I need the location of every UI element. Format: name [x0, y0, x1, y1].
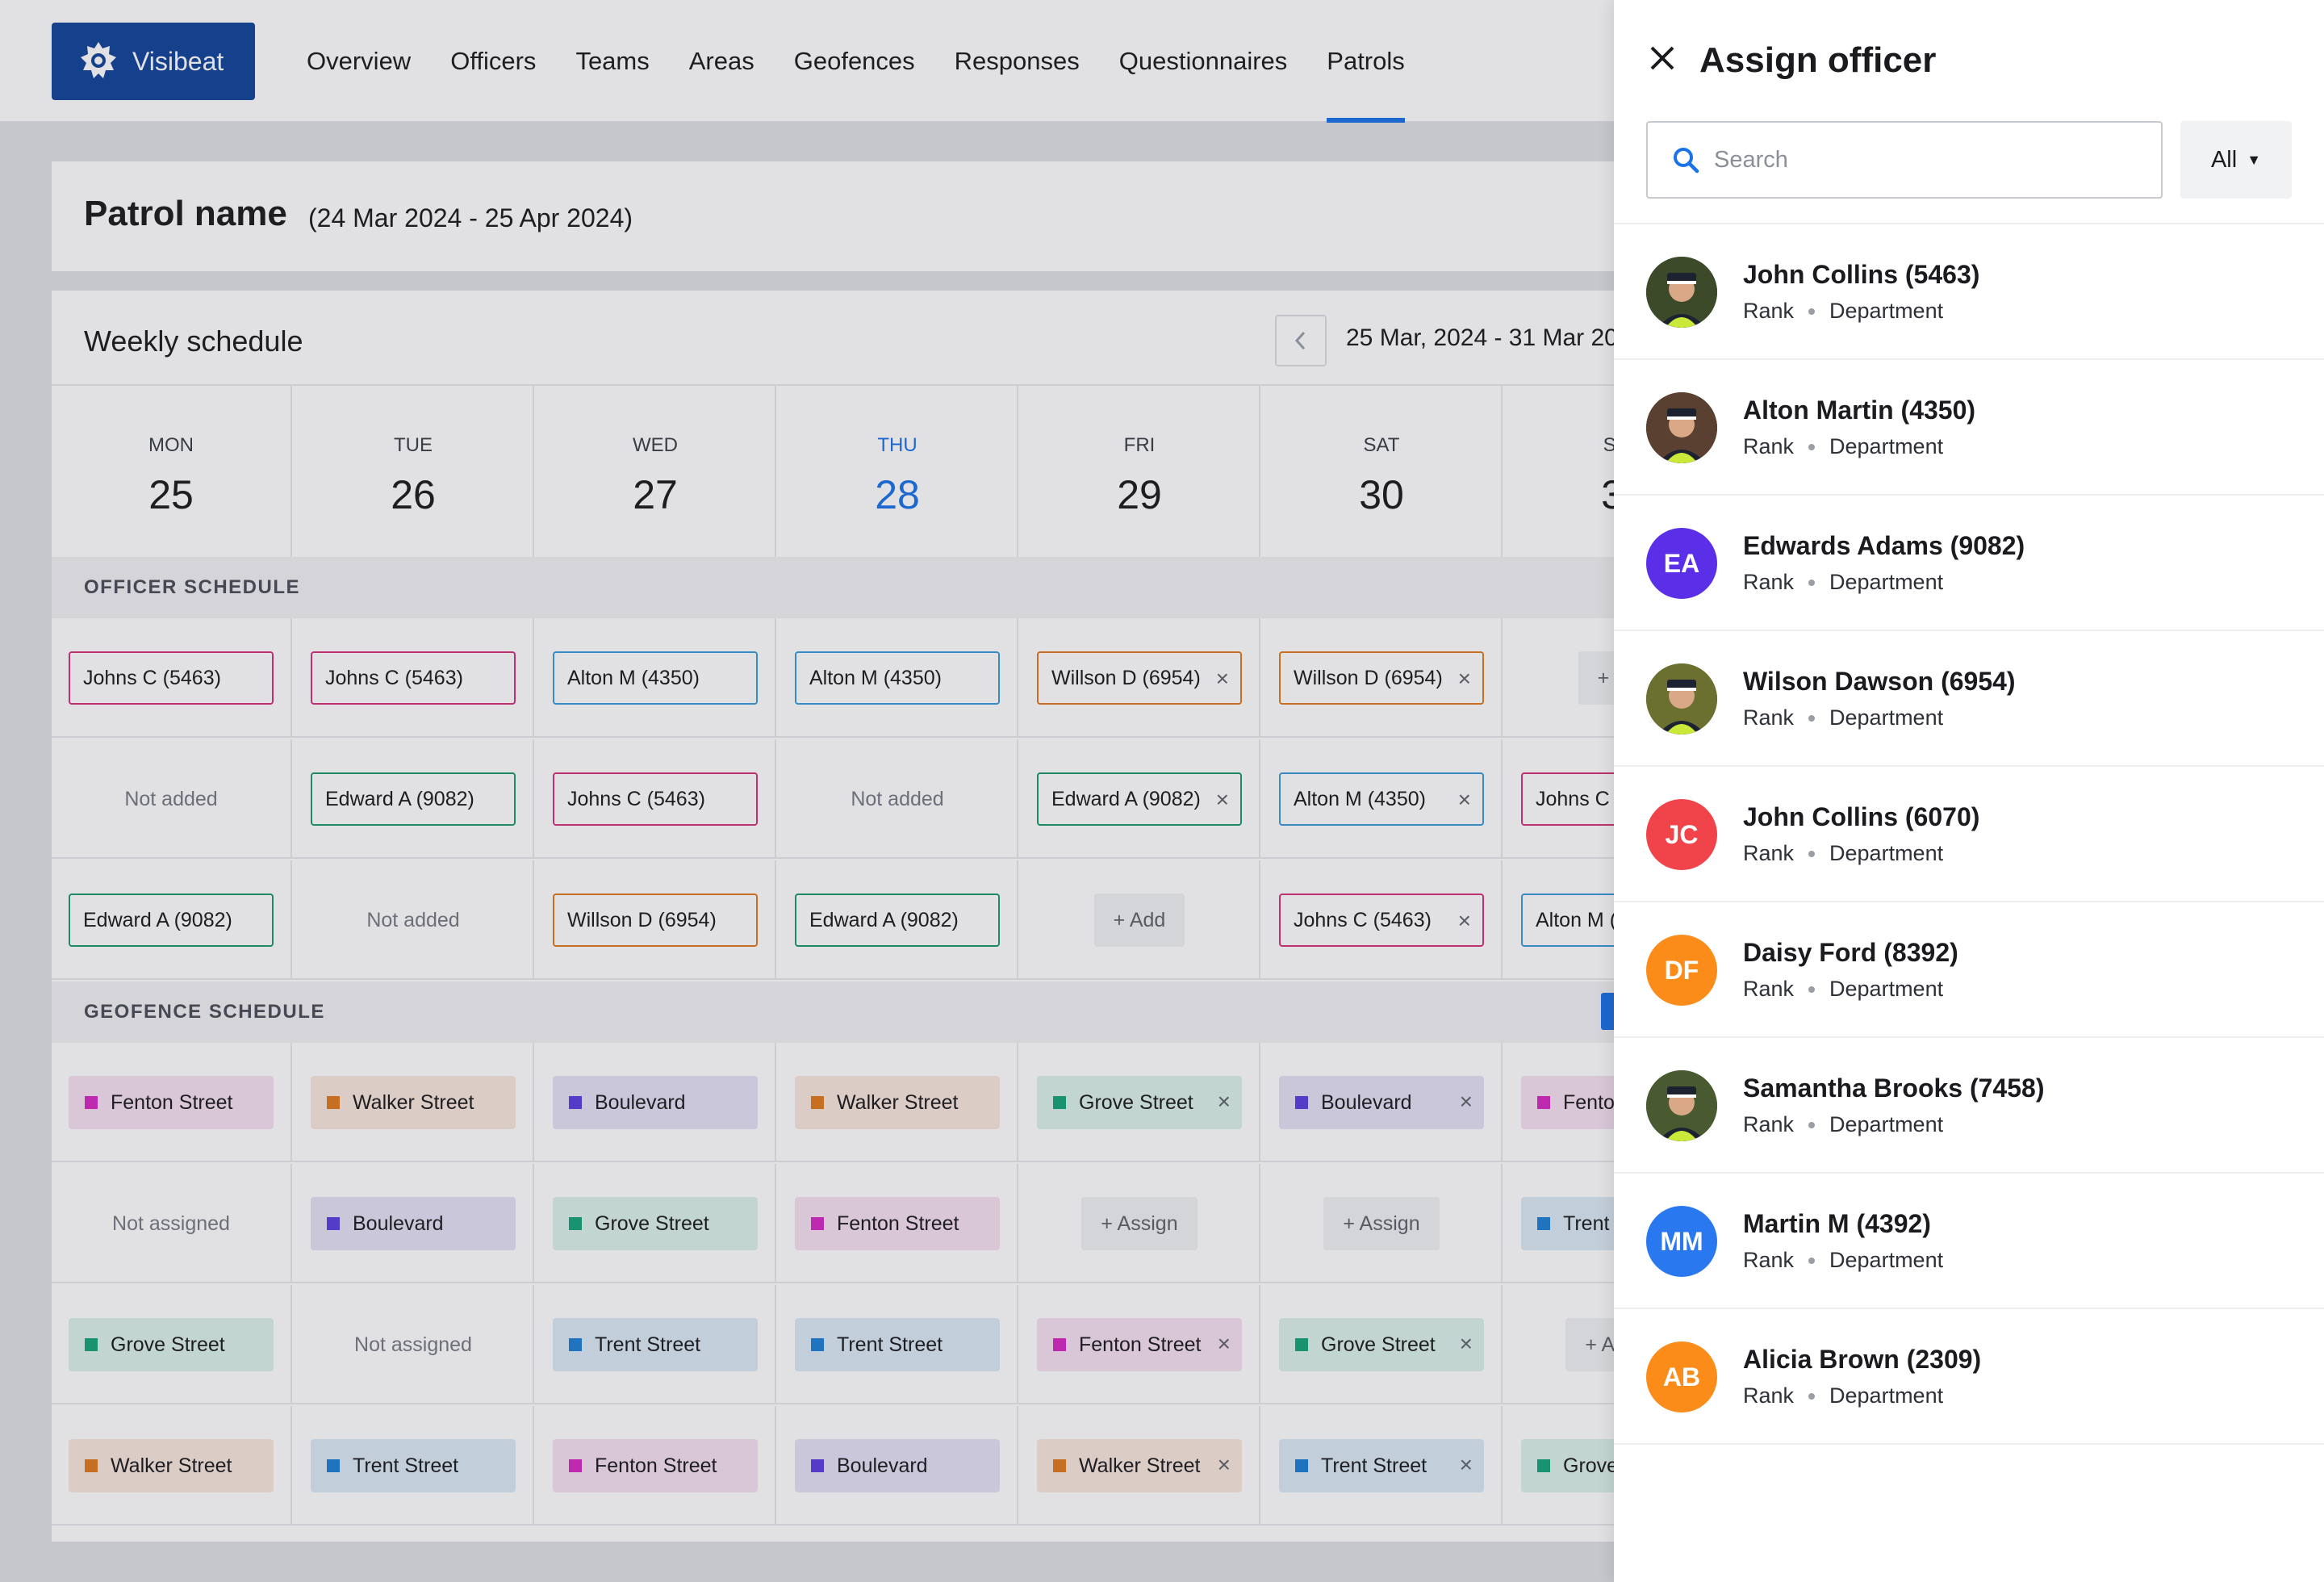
separator-dot-icon	[1808, 850, 1816, 857]
officer-department: Department	[1829, 705, 1944, 730]
officer-meta: Rank Department	[1743, 977, 1943, 1002]
officer-photo-icon	[1646, 1070, 1717, 1141]
search-field[interactable]	[1646, 121, 2163, 199]
close-button[interactable]	[1643, 39, 1682, 77]
avatar: AB	[1646, 1341, 1717, 1412]
officer-department: Department	[1829, 570, 1944, 594]
modal-overlay[interactable]	[0, 0, 1614, 1582]
officer-department: Department	[1829, 977, 1944, 1001]
officer-rank: Rank	[1743, 570, 1795, 594]
officer-name: Alicia Brown (2309)	[1743, 1345, 1982, 1374]
officer-name: John Collins (6070)	[1743, 802, 1980, 831]
officer-name: Samantha Brooks (7458)	[1743, 1074, 2045, 1103]
avatar	[1646, 392, 1717, 463]
avatar-initials: DF	[1664, 955, 1699, 985]
separator-dot-icon	[1808, 443, 1816, 450]
officer-rank: Rank	[1743, 1383, 1795, 1408]
officer-rank: Rank	[1743, 977, 1795, 1001]
officer-department: Department	[1829, 434, 1944, 458]
officer-list-item[interactable]: Samantha Brooks (7458) Rank Department	[1614, 1038, 2324, 1174]
caret-down-icon: ▼	[2247, 151, 2262, 168]
officer-meta: Rank Department	[1743, 434, 1943, 459]
officer-meta: Rank Department	[1743, 1112, 1943, 1137]
officer-list-item[interactable]: EA Edwards Adams (9082) Rank Department	[1614, 496, 2324, 631]
drawer-title: Assign officer	[1699, 40, 1937, 80]
officer-meta: Rank Department	[1743, 570, 1943, 595]
assign-officer-drawer: Assign officer All ▼ John Collins (5463)…	[1614, 0, 2324, 1582]
avatar	[1646, 257, 1717, 328]
officer-list-item[interactable]: DF Daisy Ford (8392) Rank Department	[1614, 902, 2324, 1038]
officer-rank: Rank	[1743, 705, 1795, 730]
officer-name: Daisy Ford (8392)	[1743, 938, 1958, 967]
officer-meta: Rank Department	[1743, 705, 1943, 730]
officer-photo-icon	[1646, 663, 1717, 734]
officer-rank: Rank	[1743, 1112, 1795, 1136]
separator-dot-icon	[1808, 308, 1816, 315]
separator-dot-icon	[1808, 1392, 1816, 1400]
officer-department: Department	[1829, 841, 1944, 865]
avatar-initials: MM	[1660, 1226, 1703, 1256]
officer-photo-icon	[1646, 392, 1717, 463]
filter-label: All	[2210, 146, 2238, 173]
officer-rank: Rank	[1743, 299, 1795, 323]
officer-meta: Rank Department	[1743, 1248, 1943, 1273]
officer-list-item[interactable]: John Collins (5463) Rank Department	[1614, 224, 2324, 360]
officer-name: Martin M (4392)	[1743, 1209, 1931, 1238]
filter-dropdown[interactable]: All ▼	[2180, 121, 2292, 199]
officer-department: Department	[1829, 1112, 1944, 1136]
officer-list-item[interactable]: Alton Martin (4350) Rank Department	[1614, 360, 2324, 496]
avatar-initials: AB	[1662, 1362, 1701, 1392]
officer-department: Department	[1829, 299, 1944, 323]
avatar-initials: JC	[1665, 819, 1699, 849]
officer-meta: Rank Department	[1743, 1383, 1943, 1408]
avatar: DF	[1646, 935, 1717, 1006]
officer-name: Edwards Adams (9082)	[1743, 531, 2025, 560]
officer-rank: Rank	[1743, 434, 1795, 458]
officer-list-item[interactable]: JC John Collins (6070) Rank Department	[1614, 767, 2324, 902]
avatar: JC	[1646, 799, 1717, 870]
officer-list-item[interactable]: Wilson Dawson (6954) Rank Department	[1614, 631, 2324, 767]
officer-list: John Collins (5463) Rank Department Alton M…	[1614, 223, 2324, 1445]
avatar	[1646, 663, 1717, 734]
avatar: EA	[1646, 528, 1717, 599]
search-icon	[1674, 148, 1699, 174]
officer-name: John Collins (5463)	[1743, 260, 1980, 289]
search-input[interactable]	[1714, 146, 2134, 174]
officer-meta: Rank Department	[1743, 841, 1943, 866]
officer-list-item[interactable]: AB Alicia Brown (2309) Rank Department	[1614, 1309, 2324, 1445]
avatar-initials: EA	[1663, 548, 1700, 578]
separator-dot-icon	[1808, 1121, 1816, 1128]
officer-department: Department	[1829, 1248, 1944, 1272]
avatar: MM	[1646, 1206, 1717, 1277]
officer-photo-icon	[1646, 257, 1717, 328]
officer-rank: Rank	[1743, 841, 1795, 865]
officer-list-item[interactable]: MM Martin M (4392) Rank Department	[1614, 1174, 2324, 1309]
officer-rank: Rank	[1743, 1248, 1795, 1272]
separator-dot-icon	[1808, 714, 1816, 722]
separator-dot-icon	[1808, 1257, 1816, 1264]
avatar	[1646, 1070, 1717, 1141]
officer-name: Wilson Dawson (6954)	[1743, 667, 2016, 696]
close-icon	[1650, 46, 1674, 70]
officer-meta: Rank Department	[1743, 299, 1943, 324]
separator-dot-icon	[1808, 986, 1816, 993]
officer-department: Department	[1829, 1383, 1944, 1408]
separator-dot-icon	[1808, 579, 1816, 586]
officer-name: Alton Martin (4350)	[1743, 396, 1976, 425]
